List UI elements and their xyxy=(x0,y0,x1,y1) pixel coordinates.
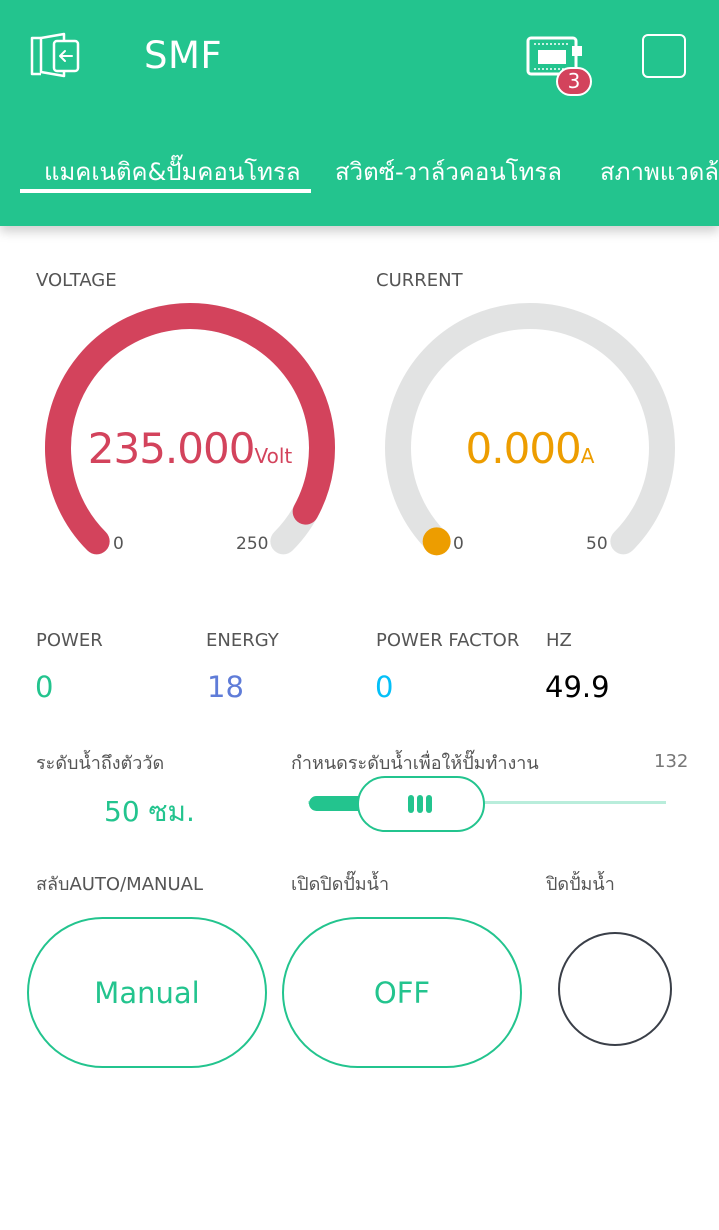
exit-project-icon[interactable] xyxy=(30,32,82,78)
current-number: 0.000 xyxy=(465,424,582,473)
notification-badge: 3 xyxy=(556,67,592,96)
tab-environment[interactable]: สภาพแวดล้อ xyxy=(600,152,719,191)
tab-magnetic-pump-control[interactable]: แมคเนติค&ปั๊มคอนโทรล xyxy=(44,152,301,191)
pump-switch-label: เปิดปิดปั๊มน้ำ xyxy=(291,874,390,895)
power-factor-label: POWER FACTOR xyxy=(376,630,520,651)
pump-switch-button-text: OFF xyxy=(373,975,431,1010)
hz-label: HZ xyxy=(546,630,572,651)
energy-value: 18 xyxy=(207,670,244,704)
energy-label: ENERGY xyxy=(206,630,279,651)
current-gauge-marker xyxy=(422,527,451,556)
voltage-number: 235.000 xyxy=(87,424,256,473)
grip-icon xyxy=(417,795,423,813)
voltage-label: VOLTAGE xyxy=(36,270,117,291)
current-unit: A xyxy=(580,444,595,468)
pump-led-label: ปิดปั้มน้ำ xyxy=(546,874,615,895)
grip-icon xyxy=(408,795,414,813)
slider-label: กำหนดระดับน้ำเพื่อให้ปั๊มทำงาน xyxy=(291,753,539,774)
app-title: SMF xyxy=(144,34,223,77)
app-bar: SMF 3 แมคเนติค&ปั๊มคอนโทรล สวิตซ์-วาล์วค… xyxy=(0,0,719,226)
voltage-value: 235.000Volt xyxy=(42,424,338,473)
active-tab-indicator xyxy=(20,189,311,193)
grip-icon xyxy=(426,795,432,813)
auto-manual-button[interactable]: Manual xyxy=(27,917,267,1068)
power-factor-value: 0 xyxy=(375,670,394,704)
voltage-unit: Volt xyxy=(254,444,293,468)
tab-switch-valve-control[interactable]: สวิตซ์-วาล์วคอนโทรล xyxy=(335,152,562,191)
auto-manual-label: สลับAUTO/MANUAL xyxy=(36,874,203,895)
current-label: CURRENT xyxy=(376,270,463,291)
hz-value: 49.9 xyxy=(545,670,610,704)
current-min: 0 xyxy=(453,534,464,554)
slider-handle[interactable] xyxy=(357,776,485,832)
auto-manual-button-text: Manual xyxy=(94,975,200,1010)
current-value: 0.000A xyxy=(382,424,678,473)
current-max: 50 xyxy=(586,534,608,554)
water-level-label: ระดับน้ำถึงตัววัด xyxy=(36,753,165,774)
square-icon[interactable] xyxy=(642,34,686,78)
power-label: POWER xyxy=(36,630,103,651)
water-level-value: 50 ซม. xyxy=(104,795,195,828)
pump-led xyxy=(558,932,672,1046)
voltage-max: 250 xyxy=(236,534,269,554)
power-value: 0 xyxy=(35,670,54,704)
voltage-min: 0 xyxy=(113,534,124,554)
slider-value: 132 xyxy=(654,751,689,772)
pump-switch-button[interactable]: OFF xyxy=(282,917,522,1068)
